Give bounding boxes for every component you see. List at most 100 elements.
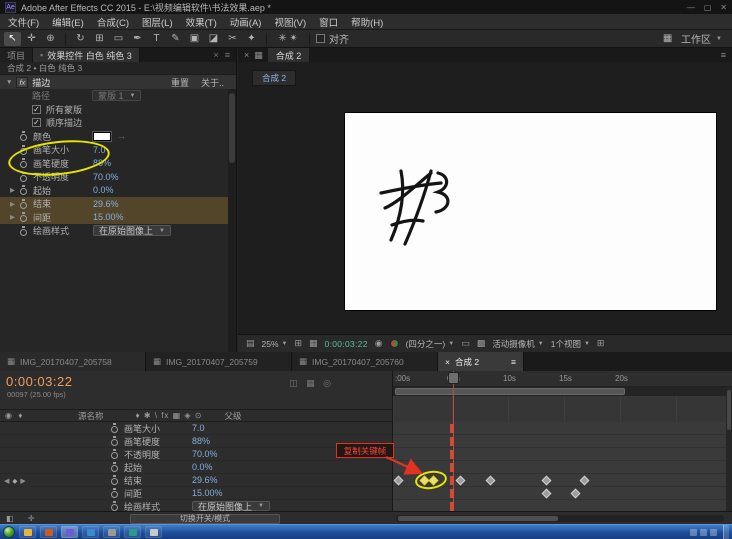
bottom-bar-icons[interactable]: ◧ ✛ bbox=[0, 514, 40, 523]
hand-tool-icon[interactable]: ✛ bbox=[23, 32, 40, 46]
transparency-grid-icon[interactable]: ▩ bbox=[477, 338, 486, 349]
snapshot-icon[interactable]: ◉ bbox=[375, 338, 383, 349]
grid-guides-icon[interactable]: ⊞ bbox=[294, 338, 302, 349]
effect-panel-scrollbar[interactable] bbox=[228, 89, 236, 352]
taskbar-item[interactable] bbox=[19, 526, 36, 538]
workspace-button[interactable]: 工作区 bbox=[681, 31, 711, 46]
pan-behind-tool-icon[interactable]: ⊞ bbox=[91, 32, 108, 46]
stopwatch-icon[interactable] bbox=[110, 423, 119, 433]
taskbar-item[interactable] bbox=[82, 526, 99, 538]
stopwatch-icon[interactable] bbox=[110, 462, 119, 472]
viewer-panel-menu-icon[interactable]: ≡ bbox=[721, 50, 726, 60]
taskbar-item[interactable] bbox=[40, 526, 57, 538]
brush-tool-icon[interactable]: ✎ bbox=[167, 32, 184, 46]
menu-item-composition[interactable]: 合成(C) bbox=[97, 15, 129, 29]
menu-item-help[interactable]: 帮助(H) bbox=[351, 15, 383, 29]
text-tool-icon[interactable]: T bbox=[148, 32, 165, 46]
reset-link[interactable]: 重置 bbox=[171, 76, 189, 89]
tray-icon[interactable] bbox=[700, 528, 707, 536]
param-value[interactable]: 7.0 bbox=[93, 145, 106, 155]
timeline-row-opacity[interactable]: 不透明度 70.0% bbox=[0, 448, 392, 461]
property-value[interactable]: 7.0 bbox=[192, 423, 205, 433]
tab-footage-205758[interactable]: ▦ IMG_20170407_205758 bbox=[0, 352, 146, 371]
timeline-row-brush-size[interactable]: 画笔大小 7.0 bbox=[0, 422, 392, 435]
tray-icon[interactable] bbox=[710, 528, 717, 536]
stopwatch-icon[interactable] bbox=[19, 198, 28, 209]
param-value[interactable]: 0.0% bbox=[93, 185, 114, 195]
timeline-timecode[interactable]: 0:00:03:22 bbox=[6, 374, 72, 389]
expander-icon[interactable]: ▶ bbox=[10, 186, 19, 194]
menu-item-layer[interactable]: 图层(L) bbox=[142, 15, 173, 29]
timeline-row-start[interactable]: 起始 0.0% bbox=[0, 461, 392, 474]
puppet-pin-tool-icon[interactable]: ✦ bbox=[243, 32, 260, 46]
menu-item-window[interactable]: 窗口 bbox=[319, 15, 338, 29]
viewer-close-icon[interactable]: × bbox=[244, 50, 249, 60]
stopwatch-icon[interactable] bbox=[19, 225, 28, 236]
stroke-sequentially-checkbox[interactable]: ✓ bbox=[32, 118, 41, 128]
show-desktop-button[interactable] bbox=[723, 524, 729, 539]
stopwatch-icon[interactable] bbox=[19, 144, 28, 155]
tab-effect-controls[interactable]: ▪ 效果控件 白色 纯色 3 bbox=[33, 48, 140, 62]
expander-icon[interactable]: ▶ bbox=[10, 200, 19, 208]
paint-style-dropdown[interactable]: 在原始图像上 ▼ bbox=[93, 225, 171, 237]
menu-item-file[interactable]: 文件(F) bbox=[8, 15, 39, 29]
property-value[interactable]: 29.6% bbox=[192, 475, 218, 485]
color-swatch[interactable] bbox=[92, 130, 112, 142]
tab-timeline-comp-2[interactable]: × 合成 2 ≡ bbox=[438, 352, 524, 371]
stopwatch-icon[interactable] bbox=[19, 185, 28, 196]
tab-footage-205760[interactable]: ▦ IMG_20170407_205760 bbox=[292, 352, 438, 371]
timeline-row-spacing[interactable]: 间距 15.00% bbox=[0, 487, 392, 500]
timeline-horizontal-scrollbar[interactable] bbox=[396, 515, 724, 522]
tray-icon[interactable] bbox=[690, 528, 697, 536]
orbit-camera-tool-icon[interactable]: ↻ bbox=[72, 32, 89, 46]
roi-icon[interactable]: ▭ bbox=[461, 338, 470, 349]
timeline-vertical-scrollbar[interactable] bbox=[726, 387, 732, 511]
close-button[interactable]: ✕ bbox=[720, 3, 727, 12]
timeline-track-area[interactable]: :00s 05s 10s 15s 20s bbox=[393, 371, 732, 511]
camera-select[interactable]: 活动摄像机 ▼ bbox=[492, 338, 543, 350]
cti-handle[interactable] bbox=[448, 372, 459, 384]
panel-close-icon[interactable]: × bbox=[213, 50, 218, 60]
zoom-tool-icon[interactable]: ⊕ bbox=[42, 32, 59, 46]
all-masks-checkbox[interactable]: ✓ bbox=[32, 104, 41, 114]
stopwatch-icon[interactable] bbox=[110, 475, 119, 485]
stopwatch-icon[interactable] bbox=[110, 436, 119, 446]
prev-keyframe-icon[interactable]: ◀ bbox=[4, 477, 9, 485]
property-value[interactable]: 88% bbox=[192, 436, 210, 446]
menu-item-effect[interactable]: 效果(T) bbox=[186, 15, 217, 29]
timeline-row-brush-hardness[interactable]: 画笔硬度 88% bbox=[0, 435, 392, 448]
menu-item-edit[interactable]: 编辑(E) bbox=[52, 15, 84, 29]
stopwatch-icon[interactable] bbox=[19, 212, 28, 223]
next-keyframe-icon[interactable]: ▶ bbox=[20, 477, 25, 485]
pen-tool-icon[interactable]: ✒ bbox=[129, 32, 146, 46]
expander-icon[interactable]: ▶ bbox=[10, 213, 19, 221]
property-value[interactable]: 0.0% bbox=[192, 462, 213, 472]
timeline-header-icons[interactable]: ◫ ▦ ◎ bbox=[289, 378, 334, 389]
tab-composition-2[interactable]: 合成 2 bbox=[267, 48, 310, 62]
maximize-button[interactable]: ▢ bbox=[704, 3, 712, 12]
stopwatch-icon[interactable] bbox=[110, 488, 119, 498]
magnification-select[interactable]: 25% ▼ bbox=[262, 339, 288, 349]
axis-mode-icons[interactable]: ✳ ✴ bbox=[273, 32, 303, 46]
menu-item-view[interactable]: 视图(V) bbox=[274, 15, 306, 29]
column-parent[interactable]: 父级 bbox=[225, 410, 242, 422]
param-value[interactable]: 29.6% bbox=[93, 199, 119, 209]
channel-icon[interactable] bbox=[389, 339, 399, 348]
paint-style-dropdown[interactable]: 在原始图像上 ▼ bbox=[192, 501, 270, 511]
tab-close-icon[interactable]: × bbox=[445, 357, 450, 367]
snap-checkbox[interactable] bbox=[316, 34, 325, 43]
taskbar-item[interactable] bbox=[145, 526, 162, 538]
effect-header-row[interactable]: ▼ fx 描边 重置 关于.. bbox=[0, 75, 236, 89]
twirl-icon[interactable]: ▼ bbox=[6, 79, 12, 86]
clone-stamp-tool-icon[interactable]: ▣ bbox=[186, 32, 203, 46]
menu-item-animation[interactable]: 动画(A) bbox=[230, 15, 262, 29]
taskbar-item-after-effects[interactable] bbox=[61, 526, 78, 538]
param-value[interactable]: 15.00% bbox=[93, 212, 124, 222]
viewer-timecode[interactable]: 0:00:03:22 bbox=[325, 339, 368, 349]
comp-navigator-chip[interactable]: 合成 2 bbox=[252, 70, 297, 86]
time-ruler[interactable]: :00s 05s 10s 15s 20s bbox=[393, 371, 732, 387]
stopwatch-icon[interactable] bbox=[19, 131, 28, 142]
keyframe-navigator[interactable]: ◀ ◆ ▶ bbox=[4, 474, 26, 487]
composition-canvas[interactable] bbox=[345, 113, 716, 310]
toggle-switches-modes-button[interactable]: 切换开关/模式 bbox=[130, 513, 280, 524]
